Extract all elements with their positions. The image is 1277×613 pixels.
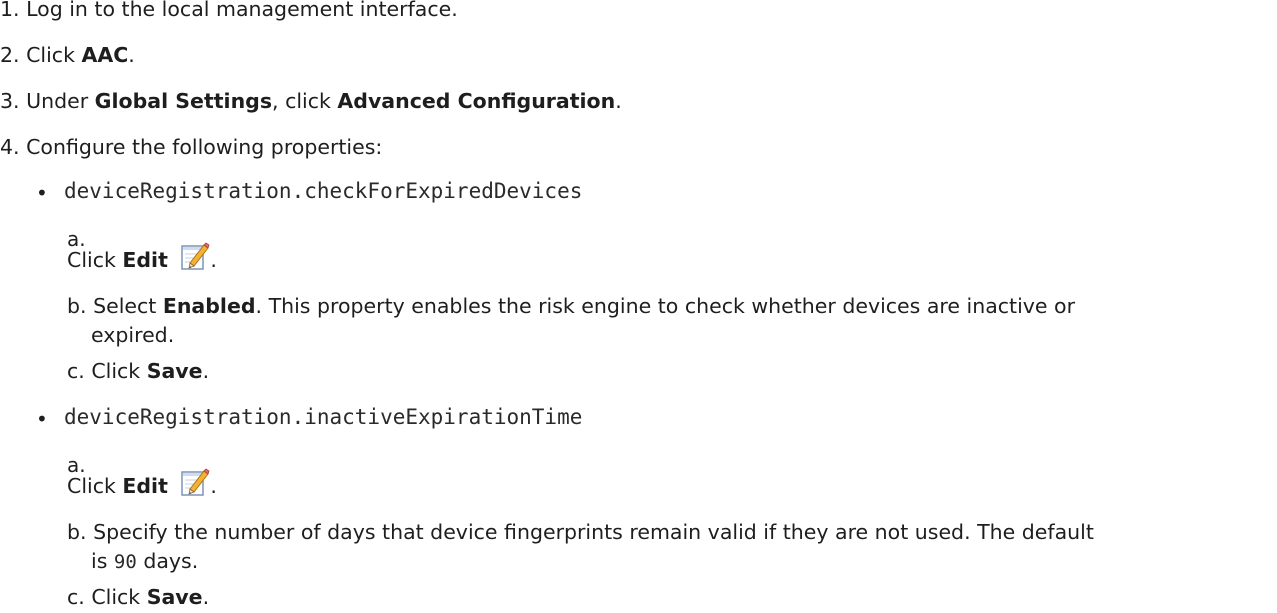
- punctuation: .: [202, 585, 210, 609]
- ui-label-save: Save: [146, 585, 203, 609]
- bullet-point: •: [36, 181, 48, 205]
- substep-text: Click: [91, 359, 147, 383]
- substep-text-rest: . This property enables the risk engine …: [255, 294, 1076, 318]
- substep-label: c.: [67, 359, 85, 383]
- step-text: Click: [26, 43, 82, 67]
- punctuation: .: [615, 89, 622, 113]
- step-number: 3.: [0, 89, 20, 113]
- substep-text: is: [91, 549, 114, 573]
- step-text: Configure the following properties:: [26, 135, 383, 159]
- punctuation: .: [202, 359, 210, 383]
- step-text: Log in to the local management interface…: [26, 0, 458, 21]
- ui-label-advanced-configuration: Advanced Configuration: [337, 89, 616, 113]
- step-3: 3. Under Global Settings, click Advanced…: [0, 88, 622, 115]
- substep-b-continuation: is 90 days.: [91, 548, 198, 575]
- step-number: 2.: [0, 43, 20, 67]
- step-number: 4.: [0, 135, 20, 159]
- substep-b-continuation: expired.: [91, 323, 175, 347]
- ui-label-enabled: Enabled: [162, 294, 256, 318]
- substep-c: c. Click Save.: [67, 358, 209, 385]
- punctuation: .: [128, 43, 135, 67]
- substep-text: days.: [136, 549, 199, 573]
- edit-icon: [180, 467, 210, 497]
- ui-label-save: Save: [146, 359, 203, 383]
- substep-text: Click: [67, 248, 123, 272]
- substep-text: Click: [91, 585, 147, 609]
- substep-b: b. Specify the number of days that devic…: [67, 519, 1094, 546]
- substep-label: b.: [67, 294, 87, 318]
- substep-c: c. Click Save.: [67, 584, 209, 611]
- step-text: Under: [26, 89, 95, 113]
- edit-icon: [180, 241, 210, 271]
- substep-text: Select: [93, 294, 163, 318]
- step-1: 1. Log in to the local management interf…: [0, 0, 458, 23]
- substep-label: c.: [67, 585, 85, 609]
- ui-label-global-settings: Global Settings: [94, 89, 273, 113]
- punctuation: .: [210, 248, 217, 272]
- property-name: deviceRegistration.checkForExpiredDevice…: [64, 179, 583, 203]
- substep-b: b. Select Enabled. This property enables…: [67, 293, 1075, 320]
- punctuation: .: [210, 474, 217, 498]
- ui-label-edit: Edit: [122, 248, 168, 272]
- ui-label-aac: AAC: [81, 43, 129, 67]
- substep-a: Click Edit .: [67, 467, 217, 500]
- property-name: deviceRegistration.inactiveExpirationTim…: [64, 405, 583, 429]
- step-4: 4. Configure the following properties:: [0, 134, 382, 161]
- bullet-point: •: [36, 407, 48, 431]
- substep-text: Click: [67, 474, 123, 498]
- step-2: 2. Click AAC.: [0, 42, 135, 69]
- step-text-mid: , click: [272, 89, 338, 113]
- substep-label: b.: [67, 520, 87, 544]
- substep-text: Specify the number of days that device f…: [93, 520, 1094, 544]
- ui-label-edit: Edit: [122, 474, 168, 498]
- default-days-value: 90: [113, 551, 137, 573]
- step-number: 1.: [0, 0, 20, 21]
- substep-a: Click Edit .: [67, 241, 217, 274]
